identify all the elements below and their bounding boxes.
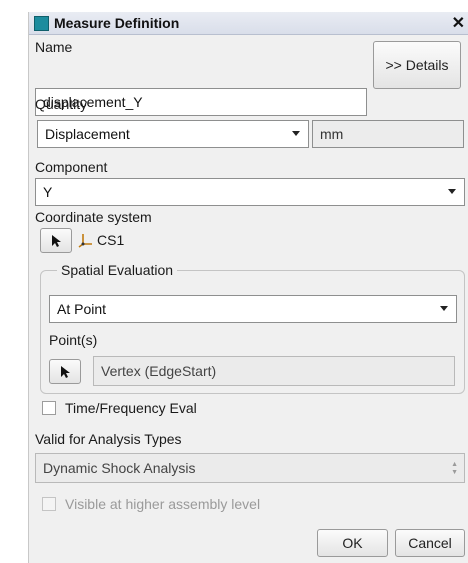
unit-field: mm [312,120,464,148]
spatial-evaluation-select[interactable]: At Point [49,295,457,323]
unit-value: mm [320,126,344,142]
cursor-arrow-icon [61,365,70,378]
ok-button[interactable]: OK [317,529,388,557]
points-pick-button[interactable] [49,359,81,384]
spatial-evaluation-selected: At Point [57,301,107,317]
points-label: Point(s) [49,332,98,348]
close-icon[interactable]: ✕ [452,13,465,33]
quantity-label: Quantity [35,96,88,112]
name-label: Name [35,39,73,55]
coordinate-system-icon [78,234,92,248]
time-frequency-checkbox[interactable] [42,401,56,415]
chevron-down-icon [292,131,300,136]
analysis-types-value: Dynamic Shock Analysis [43,460,196,476]
coordinate-system-pick-button[interactable] [40,228,72,253]
dialog-title: Measure Definition [54,15,180,31]
chevron-down-icon [448,189,456,194]
quantity-select[interactable]: Displacement [37,120,309,148]
spatial-evaluation-title: Spatial Evaluation [57,262,178,278]
visible-higher-label: Visible at higher assembly level [65,496,261,512]
points-value: Vertex (EdgeStart) [101,363,217,379]
title-bar: Measure Definition ✕ [29,12,468,35]
analysis-types-label: Valid for Analysis Types [35,431,182,447]
measure-definition-dialog: Measure Definition ✕ Name displacement_Y… [28,12,468,563]
component-selected: Y [43,184,53,200]
chevron-down-icon [440,306,448,311]
component-label: Component [35,159,108,175]
spinner-arrows-icon[interactable]: ▲ ▼ [451,461,458,477]
analysis-types-list[interactable]: Dynamic Shock Analysis ▲ ▼ [35,453,465,483]
cursor-arrow-icon [52,234,61,247]
component-select[interactable]: Y [35,178,465,206]
coordinate-system-value: CS1 [97,232,125,248]
visible-higher-checkbox [42,497,56,511]
coordinate-system-label: Coordinate system [35,209,152,225]
points-field: Vertex (EdgeStart) [93,356,455,386]
measure-icon [34,16,49,31]
cancel-button[interactable]: Cancel [395,529,465,557]
time-frequency-label: Time/Frequency Eval [65,400,197,416]
details-button[interactable]: >> Details [373,41,461,89]
quantity-selected: Displacement [45,126,130,142]
